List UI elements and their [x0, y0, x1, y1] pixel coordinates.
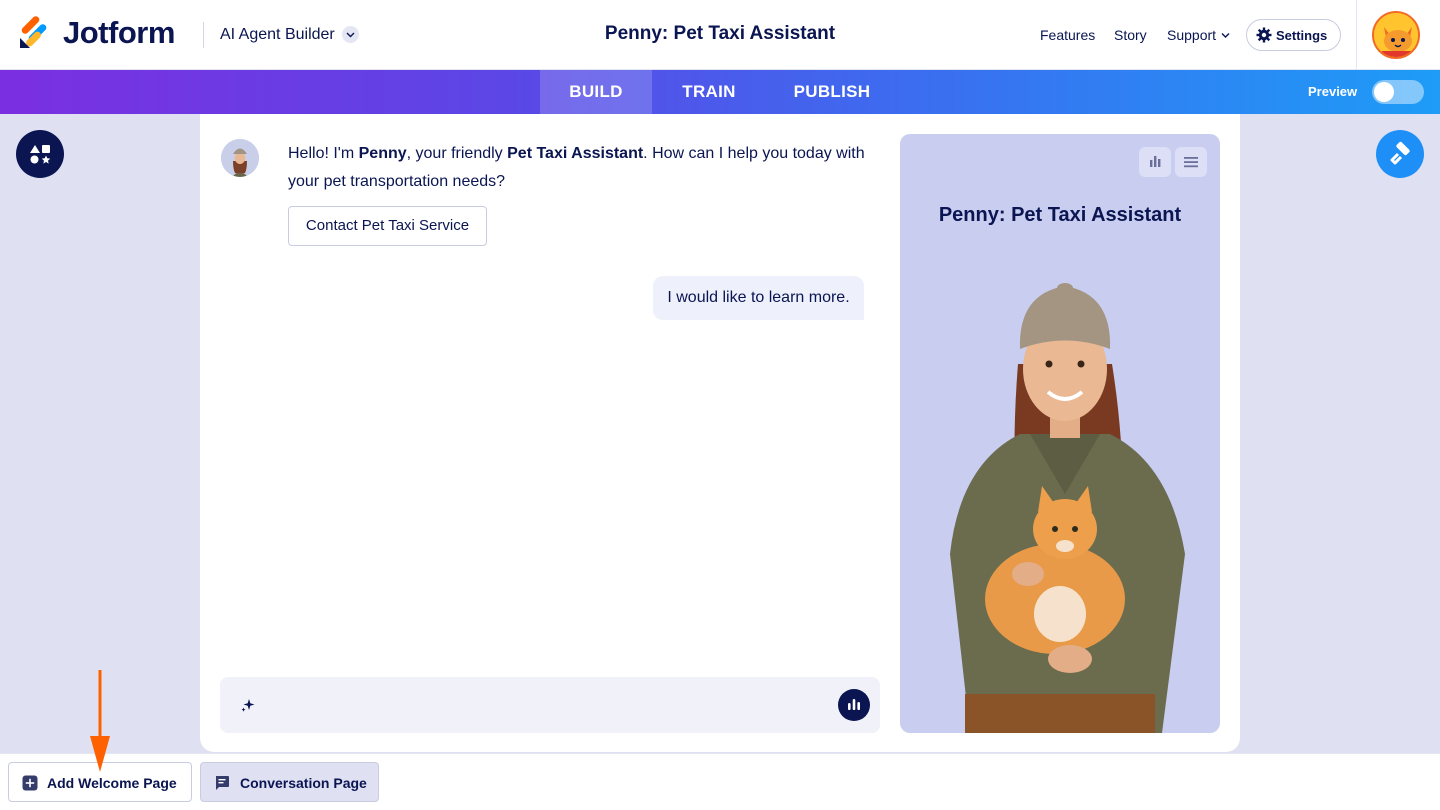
elements-button[interactable] — [16, 130, 64, 178]
ai-sparkle-icon[interactable] — [240, 697, 256, 713]
builder-tabbar: BUILD TRAIN PUBLISH Preview — [0, 70, 1440, 114]
design-button[interactable] — [1376, 130, 1424, 178]
bot-msg-role: Pet Taxi Assistant — [507, 145, 644, 162]
support-chevron-icon[interactable] — [1221, 32, 1230, 39]
tab-build[interactable]: BUILD — [540, 70, 652, 114]
paint-roller-icon — [1390, 141, 1410, 165]
settings-button[interactable]: Settings — [1246, 19, 1341, 51]
cat-avatar-icon — [1374, 13, 1418, 57]
preview-label: Preview — [1308, 84, 1358, 99]
header-divider-right — [1356, 0, 1357, 70]
agent-panel-title: Penny: Pet Taxi Assistant — [938, 204, 1182, 226]
nav-support[interactable]: Support — [1167, 27, 1216, 43]
audio-bars-icon — [848, 699, 860, 710]
conversation-label: Conversation Page — [240, 775, 367, 791]
message-composer[interactable] — [220, 677, 880, 733]
quick-reply-button[interactable]: Contact Pet Taxi Service — [288, 206, 487, 246]
conversation-page-button[interactable]: Conversation Page — [200, 762, 379, 802]
add-welcome-label: Add Welcome Page — [47, 775, 177, 791]
bar-chart-icon — [1150, 156, 1161, 167]
hamburger-menu-icon — [1184, 157, 1198, 168]
bot-message: Hello! I'm Penny, your friendly Pet Taxi… — [288, 140, 868, 196]
product-switcher-label[interactable]: AI Agent Builder — [220, 26, 335, 44]
panel-stats-button[interactable] — [1139, 147, 1171, 177]
shapes-icon — [30, 145, 51, 164]
bot-msg-name: Penny — [358, 145, 407, 162]
tab-publish[interactable]: PUBLISH — [766, 70, 898, 114]
annotation-arrow-icon — [90, 670, 110, 772]
user-message: I would like to learn more. — [653, 276, 864, 320]
preview-toggle[interactable] — [1372, 80, 1424, 104]
gear-icon — [1256, 27, 1272, 43]
nav-features[interactable]: Features — [1040, 27, 1095, 43]
plus-square-icon — [22, 775, 38, 791]
panel-menu-button[interactable] — [1175, 147, 1207, 177]
chat-bubble-icon — [216, 776, 229, 790]
toggle-knob — [1374, 82, 1394, 102]
brand-name[interactable]: Jotform — [63, 15, 175, 51]
page-title: Penny: Pet Taxi Assistant — [604, 23, 836, 44]
user-avatar[interactable] — [1372, 11, 1420, 59]
agent-avatar-icon — [221, 139, 259, 177]
nav-story[interactable]: Story — [1114, 27, 1147, 43]
bot-msg-prefix: Hello! I'm — [288, 145, 359, 162]
tab-train[interactable]: TRAIN — [652, 70, 766, 114]
header-divider — [203, 22, 204, 48]
chevron-down-icon[interactable] — [342, 26, 359, 43]
jotform-logo-icon[interactable] — [18, 16, 50, 50]
voice-input-button[interactable] — [838, 689, 870, 721]
bot-avatar — [221, 139, 259, 177]
bot-msg-middle: , your friendly — [406, 145, 508, 162]
top-header: Jotform AI Agent Builder Penny: Pet Taxi… — [0, 0, 1440, 70]
settings-label: Settings — [1276, 28, 1328, 43]
